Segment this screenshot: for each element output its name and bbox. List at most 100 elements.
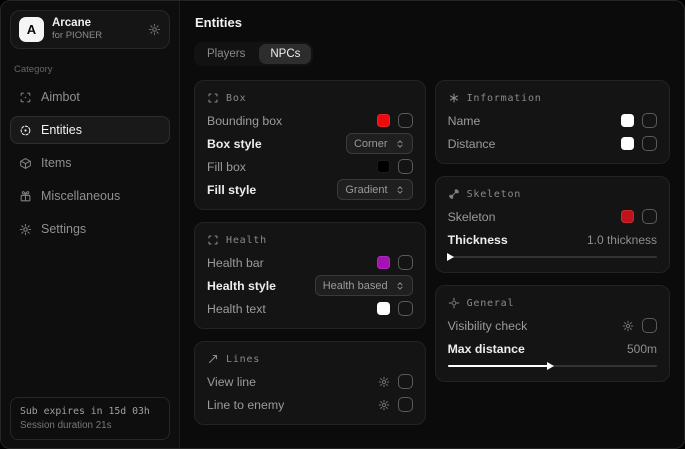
brackets-icon: [207, 92, 219, 104]
setting-label: Thickness: [448, 233, 508, 247]
subscription-expiry: Sub expires in 15d 03h: [20, 406, 160, 417]
setting-label: Distance: [448, 137, 496, 151]
card-health-title: Health: [207, 234, 413, 246]
setting-row-bounding-box: Bounding box: [207, 109, 413, 132]
dropdown-value: Corner: [354, 138, 388, 150]
fill-style-dropdown[interactable]: Gradient: [337, 179, 412, 200]
setting-label: Health bar: [207, 256, 264, 270]
max-distance-value: 500m: [627, 342, 657, 356]
setting-label: Line to enemy: [207, 398, 284, 412]
color-swatch[interactable]: [377, 160, 390, 173]
sidebar-item-settings[interactable]: Settings: [10, 215, 170, 243]
card-lines: Lines View line Line to enemy: [194, 341, 426, 425]
setting-label: Fill box: [207, 160, 246, 174]
color-swatch[interactable]: [621, 114, 634, 127]
setting-label: Bounding box: [207, 114, 282, 128]
gear-icon[interactable]: [622, 320, 634, 332]
setting-row-health-style: Health style Health based: [207, 274, 413, 297]
card-box: Box Bounding box Box style Corner: [194, 80, 426, 210]
entity-tabs: Players NPCs: [194, 42, 313, 66]
gift-icon: [19, 190, 32, 203]
target-icon: [19, 124, 32, 137]
color-swatch[interactable]: [621, 210, 634, 223]
brackets-icon: [207, 234, 219, 246]
max-distance-slider[interactable]: [448, 362, 657, 370]
card-title-label: General: [467, 298, 515, 309]
checkbox[interactable]: [398, 159, 413, 174]
sidebar-item-entities[interactable]: Entities: [10, 116, 170, 144]
card-skeleton: Skeleton Skeleton Thickness 1.0 thicknes…: [435, 176, 670, 273]
checkbox[interactable]: [642, 318, 657, 333]
setting-label: Name: [448, 114, 481, 128]
sidebar-item-label: Aimbot: [41, 90, 80, 104]
checkbox[interactable]: [398, 113, 413, 128]
slider-fill: [448, 365, 549, 367]
setting-row-health-text: Health text: [207, 297, 413, 320]
setting-row-max-distance: Max distance 500m: [448, 337, 657, 360]
checkbox[interactable]: [642, 113, 657, 128]
brand-name: Arcane: [52, 17, 140, 30]
setting-label: View line: [207, 375, 256, 389]
slider-track[interactable]: [448, 256, 657, 258]
setting-row-box-style: Box style Corner: [207, 132, 413, 155]
card-information: Information Name Distance: [435, 80, 670, 164]
checkbox[interactable]: [398, 374, 413, 389]
sidebar-item-items[interactable]: Items: [10, 149, 170, 177]
setting-row-thickness: Thickness 1.0 thickness: [448, 228, 657, 251]
sidebar-item-miscellaneous[interactable]: Miscellaneous: [10, 182, 170, 210]
color-swatch[interactable]: [377, 256, 390, 269]
left-column: Box Bounding box Box style Corner: [194, 80, 426, 425]
slider-handle[interactable]: [547, 362, 554, 370]
card-title-label: Skeleton: [467, 189, 522, 200]
card-information-title: Information: [448, 92, 657, 104]
brand-subtitle: for PIONER: [52, 31, 140, 42]
checkbox[interactable]: [398, 301, 413, 316]
color-swatch[interactable]: [621, 137, 634, 150]
thickness-slider[interactable]: [448, 253, 657, 261]
slider-handle[interactable]: [447, 253, 454, 261]
color-swatch[interactable]: [377, 114, 390, 127]
card-general-title: General: [448, 297, 657, 309]
card-title-label: Health: [226, 235, 267, 246]
setting-row-fill-style: Fill style Gradient: [207, 178, 413, 201]
subscription-status-box: Sub expires in 15d 03h Session duration …: [10, 397, 170, 440]
sidebar-item-label: Entities: [41, 123, 82, 137]
checkbox[interactable]: [642, 209, 657, 224]
setting-label: Health text: [207, 302, 266, 316]
setting-label: Max distance: [448, 342, 525, 356]
setting-label: Skeleton: [448, 210, 496, 224]
card-title-label: Lines: [226, 354, 260, 365]
tab-npcs[interactable]: NPCs: [259, 44, 311, 64]
main-panel: Entities Players NPCs Box Bounding box: [180, 1, 684, 448]
crosshair-brackets-icon: [19, 91, 32, 104]
checkbox[interactable]: [398, 397, 413, 412]
sidebar-item-label: Miscellaneous: [41, 189, 120, 203]
box-style-dropdown[interactable]: Corner: [346, 133, 413, 154]
brand-header: A Arcane for PIONER: [10, 10, 170, 49]
sidebar-item-label: Settings: [41, 222, 86, 236]
color-swatch[interactable]: [377, 302, 390, 315]
gear-icon[interactable]: [148, 23, 161, 36]
chevron-up-down-icon: [395, 139, 405, 149]
setting-row-name: Name: [448, 109, 657, 132]
health-style-dropdown[interactable]: Health based: [315, 275, 413, 296]
gear-icon[interactable]: [378, 376, 390, 388]
right-column: Information Name Distance: [435, 80, 670, 382]
page-title: Entities: [195, 15, 670, 30]
card-skeleton-title: Skeleton: [448, 188, 657, 200]
card-box-title: Box: [207, 92, 413, 104]
card-health: Health Health bar Health style Health ba…: [194, 222, 426, 329]
setting-label: Health style: [207, 279, 276, 293]
checkbox[interactable]: [398, 255, 413, 270]
dropdown-value: Gradient: [345, 184, 387, 196]
setting-row-skeleton: Skeleton: [448, 205, 657, 228]
checkbox[interactable]: [642, 136, 657, 151]
sidebar-item-aimbot[interactable]: Aimbot: [10, 83, 170, 111]
tab-players[interactable]: Players: [196, 44, 256, 64]
setting-label: Visibility check: [448, 319, 528, 333]
setting-row-visibility-check: Visibility check: [448, 314, 657, 337]
thickness-value: 1.0 thickness: [587, 233, 657, 247]
gear-icon[interactable]: [378, 399, 390, 411]
dropdown-value: Health based: [323, 280, 388, 292]
setting-row-fill-box: Fill box: [207, 155, 413, 178]
